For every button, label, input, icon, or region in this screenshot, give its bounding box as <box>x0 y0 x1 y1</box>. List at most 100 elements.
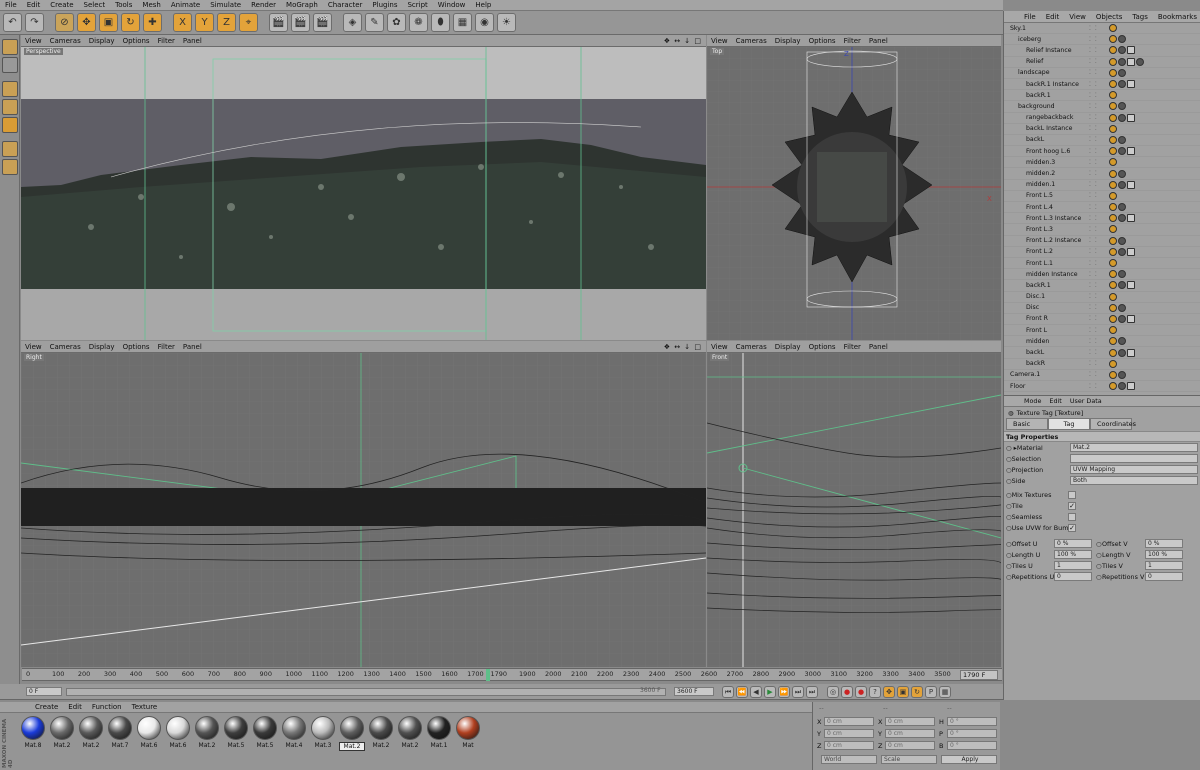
menu-display[interactable]: Display <box>771 37 805 45</box>
visibility-dots-icon[interactable]: ⁚ ⁚ <box>1089 69 1098 76</box>
key-parameter-icon[interactable]: P <box>925 686 937 698</box>
material-tag-icon[interactable] <box>1109 203 1117 212</box>
nurbs-icon[interactable]: ✿ <box>387 13 406 32</box>
menu-render[interactable]: Render <box>246 1 281 9</box>
menu-options[interactable]: Options <box>805 343 840 351</box>
material-tag-icon[interactable] <box>1118 314 1126 323</box>
material-tag-icon[interactable] <box>1109 113 1117 122</box>
object-row[interactable]: backL Instance ⁚ ⁚ <box>1004 124 1200 135</box>
points-mode-icon[interactable] <box>2 81 18 97</box>
menu-tools[interactable]: Tools <box>110 1 137 9</box>
material-tag-icon[interactable] <box>1118 370 1126 379</box>
timeline-end-field[interactable]: 1790 F <box>960 670 998 680</box>
menu-filter[interactable]: Filter <box>154 343 179 351</box>
material-swatch[interactable]: Mat.1 <box>426 716 452 749</box>
edges-mode-icon[interactable] <box>2 99 18 115</box>
material-tag-icon[interactable] <box>1118 348 1126 357</box>
coord-size-z-field[interactable]: 0 cm <box>885 741 935 750</box>
menu-view[interactable]: View <box>707 343 732 351</box>
object-row[interactable]: Front hoog L.6 ⁚ ⁚ <box>1004 146 1200 158</box>
menu-plugins[interactable]: Plugins <box>367 1 402 9</box>
material-tag-icon[interactable] <box>1109 158 1117 167</box>
offset-v-field[interactable]: 0 % <box>1145 539 1183 548</box>
key-position-icon[interactable]: ✥ <box>883 686 895 698</box>
material-tag-icon[interactable] <box>1109 147 1117 156</box>
visibility-dots-icon[interactable]: ⁚ ⁚ <box>1089 293 1098 300</box>
material-tag-icon[interactable] <box>1109 91 1117 100</box>
redo-icon[interactable]: ↷ <box>25 13 44 32</box>
selection-field[interactable] <box>1070 454 1198 463</box>
coord-b-field[interactable]: 0 ° <box>947 741 997 750</box>
model-mode-icon[interactable] <box>2 39 18 55</box>
menu-filter[interactable]: Filter <box>840 343 865 351</box>
menu-create[interactable]: Create <box>45 1 78 9</box>
material-tag-icon[interactable] <box>1109 348 1117 357</box>
material-tag-icon[interactable] <box>1136 57 1144 66</box>
preview-range-slider[interactable] <box>66 688 666 696</box>
visibility-dots-icon[interactable]: ⁚ ⁚ <box>1089 125 1098 132</box>
timeline-ruler[interactable]: 0 100 200 300 400 500 600 700 800 900 1000 1100 1200… <box>22 668 1002 681</box>
object-row[interactable]: backR ⁚ ⁚ <box>1004 359 1200 370</box>
visibility-dots-icon[interactable]: ⁚ ⁚ <box>1089 226 1098 233</box>
visibility-dots-icon[interactable]: ⁚ ⁚ <box>1089 181 1098 188</box>
material-tag-icon[interactable] <box>1118 281 1126 290</box>
visibility-dots-icon[interactable]: ⁚ ⁚ <box>1089 103 1098 110</box>
material-tag-icon[interactable] <box>1109 382 1117 391</box>
repetitions-v-field[interactable]: 0 <box>1145 572 1183 581</box>
material-swatch[interactable]: Mat.2 <box>78 716 104 749</box>
material-tag-icon[interactable] <box>1109 169 1117 178</box>
deformer-icon[interactable]: ⬮ <box>431 13 450 32</box>
array-icon[interactable]: ❁ <box>409 13 428 32</box>
visibility-dots-icon[interactable]: ⁚ ⁚ <box>1089 371 1098 378</box>
object-row[interactable]: Front L.3 ⁚ ⁚ <box>1004 224 1200 236</box>
material-tag-icon[interactable] <box>1118 147 1126 156</box>
material-tag-icon[interactable] <box>1118 68 1126 77</box>
visibility-dots-icon[interactable]: ⁚ ⁚ <box>1089 47 1098 54</box>
max-frame-field[interactable]: 3600 F <box>674 687 714 696</box>
object-row[interactable]: Floor ⁚ ⁚ <box>1004 381 1200 393</box>
object-row[interactable]: backR.1 ⁚ ⁚ <box>1004 90 1200 102</box>
visibility-dots-icon[interactable]: ⁚ ⁚ <box>1089 327 1098 334</box>
key-scale-icon[interactable]: ▣ <box>897 686 909 698</box>
material-tag-icon[interactable] <box>1109 68 1117 77</box>
visibility-dots-icon[interactable]: ⁚ ⁚ <box>1089 58 1098 65</box>
material-tag-icon[interactable] <box>1118 303 1126 312</box>
scale-icon[interactable]: ▣ <box>99 13 118 32</box>
material-tag-icon[interactable] <box>1118 113 1126 122</box>
menu-panel[interactable]: Panel <box>865 37 892 45</box>
object-row[interactable]: Sky.1 ⁚ ⁚ <box>1004 23 1200 35</box>
visibility-dots-icon[interactable]: ⁚ ⁚ <box>1089 114 1098 121</box>
menu-filter[interactable]: Filter <box>154 37 179 45</box>
object-row[interactable]: Front L.1 ⁚ ⁚ <box>1004 258 1200 270</box>
visibility-dots-icon[interactable]: ⁚ ⁚ <box>1089 349 1098 356</box>
key-help-icon[interactable]: ? <box>869 686 881 698</box>
menu-options[interactable]: Options <box>119 37 154 45</box>
x-axis-lock-icon[interactable]: X <box>173 13 192 32</box>
visibility-dots-icon[interactable]: ⁚ ⁚ <box>1089 248 1098 255</box>
live-selection-icon[interactable]: ⊘ <box>55 13 74 32</box>
material-tag-icon[interactable] <box>1109 214 1117 223</box>
material-tag-icon[interactable] <box>1127 180 1135 189</box>
visibility-dots-icon[interactable]: ⁚ ⁚ <box>1089 192 1098 199</box>
tab-coordinates[interactable]: Coordinates <box>1090 417 1136 430</box>
material-swatch[interactable]: Mat.6 <box>165 716 191 749</box>
next-key-icon[interactable]: ⏩ <box>778 686 790 698</box>
menu-panel[interactable]: Panel <box>865 343 892 351</box>
spline-pen-icon[interactable]: ✎ <box>365 13 384 32</box>
object-row[interactable]: Front R ⁚ ⁚ <box>1004 314 1200 326</box>
menu-options[interactable]: Options <box>805 37 840 45</box>
material-tag-icon[interactable] <box>1109 57 1117 66</box>
material-tag-icon[interactable] <box>1109 225 1117 234</box>
render-picture-viewer-icon[interactable]: 🎬 <box>291 13 310 32</box>
play-backward-icon[interactable]: ◀ <box>750 686 762 698</box>
material-swatch[interactable]: Mat.2 <box>194 716 220 749</box>
tile-checkbox[interactable]: ✓ <box>1068 501 1076 510</box>
undo-icon[interactable]: ↶ <box>3 13 22 32</box>
menu-cameras[interactable]: Cameras <box>732 343 771 351</box>
object-row[interactable]: rangebackback ⁚ ⁚ <box>1004 113 1200 124</box>
menu-mode[interactable]: Mode <box>1004 397 1045 405</box>
material-swatch[interactable]: Mat.8 <box>20 716 46 749</box>
object-row[interactable]: midden.3 ⁚ ⁚ <box>1004 157 1200 169</box>
object-row[interactable]: Disc.1 ⁚ ⁚ <box>1004 292 1200 303</box>
tab-basic[interactable]: Basic <box>1006 417 1048 430</box>
